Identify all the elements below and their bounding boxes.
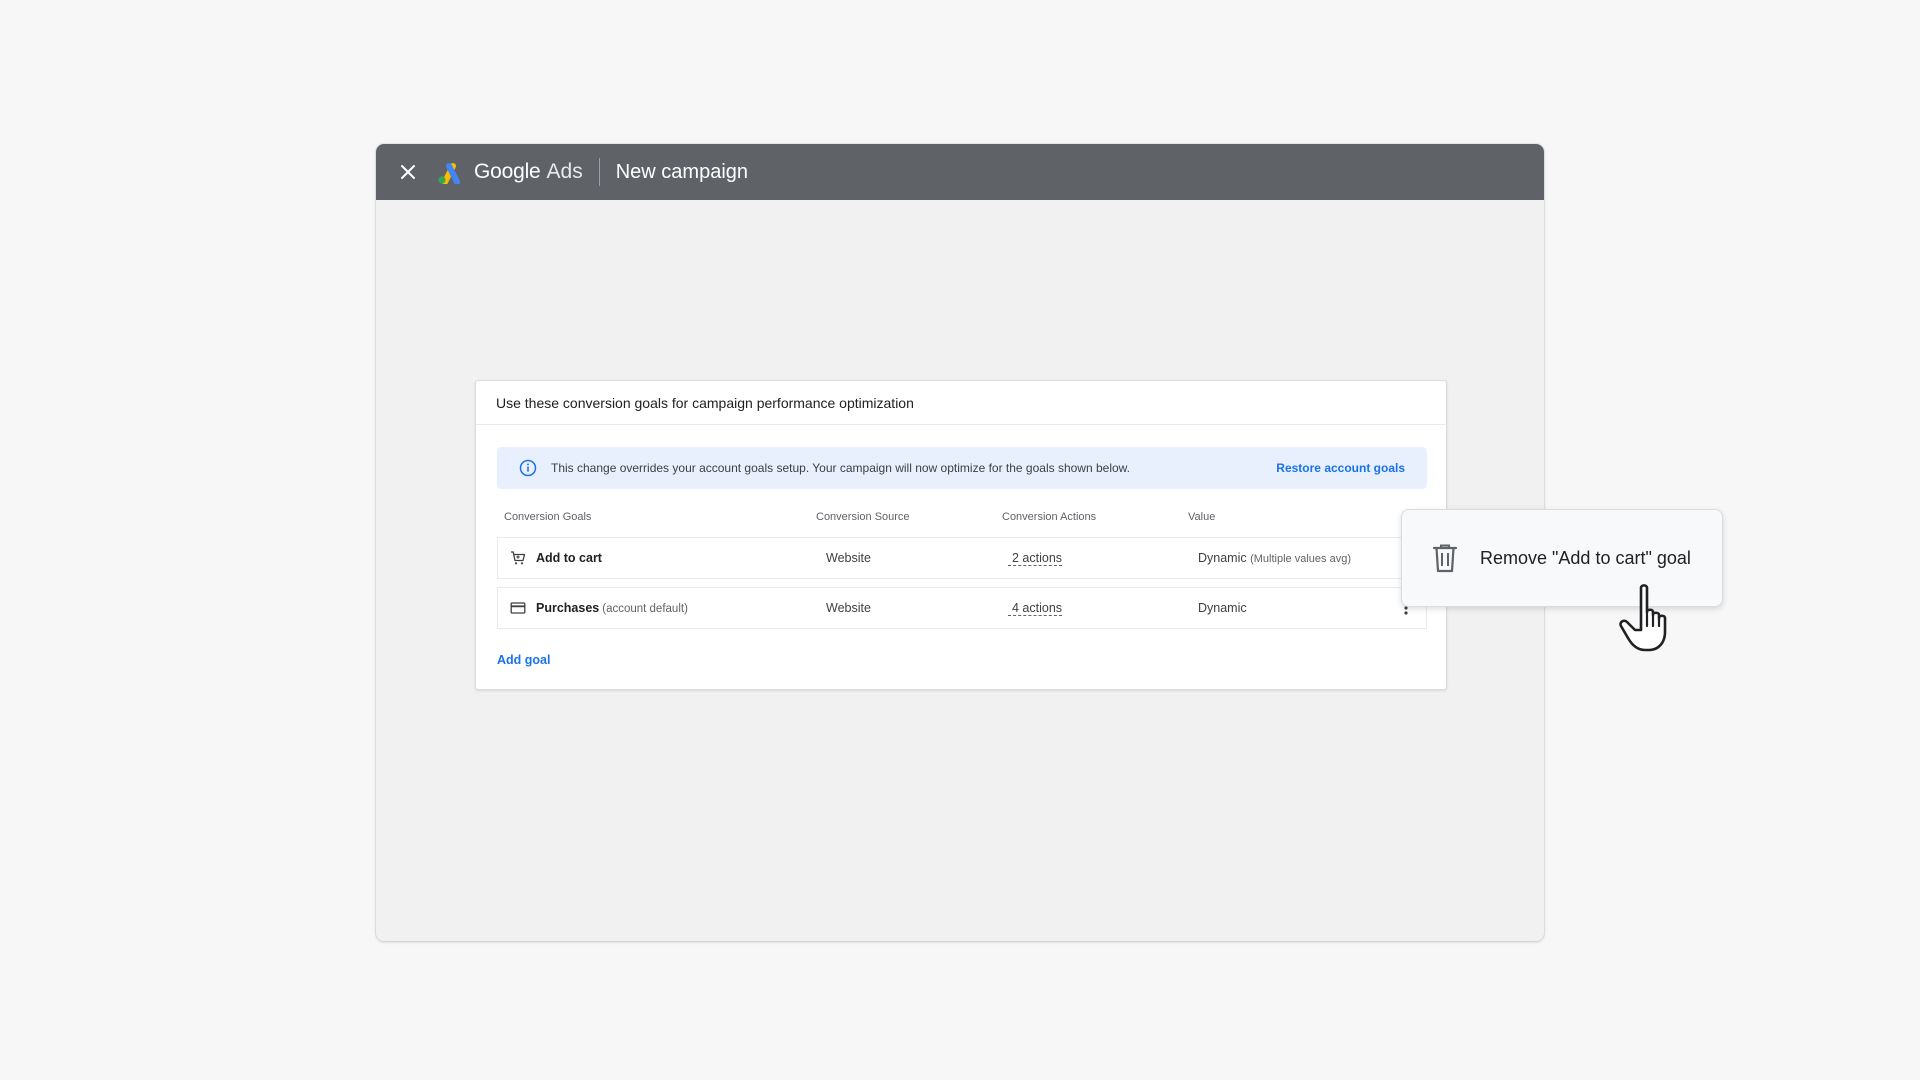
- value-text: Dynamic: [1198, 551, 1247, 565]
- google-ads-logo-icon: [438, 163, 460, 184]
- shopping-cart-icon: [511, 551, 526, 565]
- goal-note: (account default): [602, 603, 688, 615]
- title-divider: [598, 158, 600, 186]
- goal-name: Purchases: [536, 601, 600, 615]
- app-window: Google Ads New campaign Use these conver…: [376, 144, 1544, 941]
- close-icon: [401, 165, 415, 179]
- goal-cell: Purchases (account default): [510, 600, 822, 616]
- table-row: Add to cart Website 2 actions Dynamic (M…: [497, 537, 1427, 579]
- column-header-source: Conversion Source: [816, 511, 910, 523]
- value-note: (Multiple values avg): [1250, 553, 1351, 565]
- value-text: Dynamic: [1198, 601, 1247, 615]
- column-header-value: Value: [1188, 511, 1216, 523]
- table-header: Conversion Goals Conversion Source Conve…: [497, 505, 1427, 529]
- info-icon: [519, 459, 537, 477]
- add-goal-link[interactable]: Add goal: [497, 653, 550, 667]
- brand-ads: Ads: [546, 160, 583, 183]
- brand-google: Google: [474, 160, 541, 183]
- remove-goal-menu-item[interactable]: Remove "Add to cart" goal: [1401, 509, 1723, 607]
- goal-name: Add to cart: [536, 551, 602, 565]
- close-button[interactable]: [394, 158, 422, 186]
- value-cell: Dynamic: [1194, 601, 1394, 615]
- source-cell: Website: [826, 551, 871, 565]
- notice-message: This change overrides your account goals…: [551, 461, 1130, 475]
- goal-cell: Add to cart: [510, 550, 822, 566]
- conversion-goals-table: Conversion Goals Conversion Source Conve…: [497, 505, 1427, 629]
- credit-card-icon: [510, 602, 526, 614]
- card-title: Use these conversion goals for campaign …: [476, 381, 1446, 425]
- trash-icon: [1432, 544, 1458, 573]
- conversion-actions-link[interactable]: 4 actions: [1008, 601, 1063, 616]
- remove-goal-label: Remove "Add to cart" goal: [1480, 547, 1691, 568]
- conversion-actions-link[interactable]: 2 actions: [1008, 551, 1063, 566]
- column-header-goals: Conversion Goals: [504, 511, 592, 523]
- title-bar: Google Ads New campaign: [376, 144, 1544, 200]
- column-header-actions: Conversion Actions: [1002, 511, 1097, 523]
- table-row: Purchases (account default) Website 4 act…: [497, 587, 1427, 629]
- source-cell: Website: [826, 601, 871, 615]
- value-cell: Dynamic (Multiple values avg): [1194, 551, 1394, 565]
- conversion-goals-card: Use these conversion goals for campaign …: [475, 380, 1447, 690]
- override-notice: This change overrides your account goals…: [497, 447, 1427, 489]
- brand-name: Google Ads: [474, 160, 583, 184]
- restore-account-goals-link[interactable]: Restore account goals: [1276, 461, 1405, 475]
- page-title: New campaign: [615, 160, 749, 183]
